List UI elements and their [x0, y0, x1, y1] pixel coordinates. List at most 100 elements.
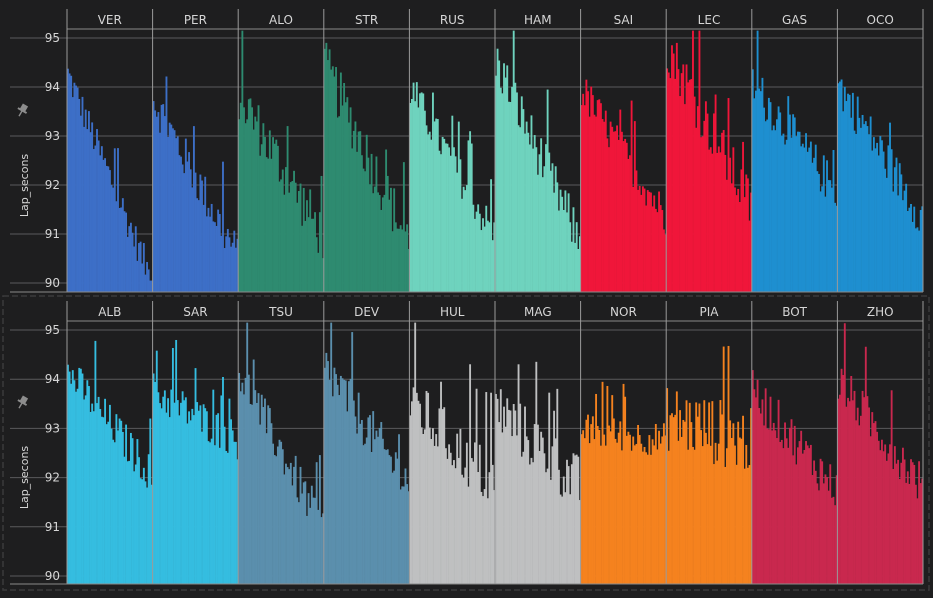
bar [595, 393, 598, 584]
bar [616, 125, 618, 292]
bar [301, 225, 304, 292]
bar [698, 403, 701, 584]
bar [73, 380, 76, 584]
bar [519, 403, 522, 584]
bar [356, 151, 358, 292]
column-label-sar: SAR [183, 305, 207, 319]
bar [432, 92, 434, 292]
series-tsu [238, 322, 325, 584]
bar [325, 42, 328, 292]
bar [619, 109, 622, 292]
bar [717, 443, 720, 584]
series-pia [666, 345, 753, 584]
bar [398, 434, 400, 584]
bar [729, 420, 732, 584]
bar [294, 455, 297, 584]
bar [309, 507, 312, 584]
bar [71, 97, 74, 292]
bar [721, 132, 723, 292]
bar [477, 472, 480, 584]
bar [440, 154, 442, 292]
bar [832, 496, 835, 584]
bar [456, 172, 459, 292]
bar [306, 200, 308, 292]
bar [299, 183, 302, 292]
bar [643, 188, 646, 292]
bar [546, 89, 549, 292]
bar [548, 392, 551, 584]
bar [677, 440, 680, 584]
bar [719, 400, 722, 584]
bar [480, 491, 483, 584]
bar [577, 456, 580, 584]
bar [701, 446, 704, 584]
bar [599, 103, 602, 292]
bar [711, 401, 714, 584]
bar [738, 202, 741, 292]
bar [504, 426, 507, 584]
bar [540, 138, 543, 292]
bar [465, 185, 468, 292]
bar [475, 388, 478, 584]
bar [110, 428, 113, 584]
bar [885, 460, 888, 584]
bar [415, 392, 418, 584]
bar [265, 433, 268, 584]
bar [679, 96, 681, 292]
bar [848, 401, 851, 584]
bar [614, 438, 617, 584]
bar [905, 482, 908, 584]
bar [92, 411, 95, 584]
bar [443, 407, 446, 584]
bar [141, 263, 144, 292]
bar [866, 126, 869, 292]
bar [364, 443, 367, 584]
series-sai [580, 79, 667, 293]
bar [732, 147, 735, 292]
bar [91, 403, 94, 584]
bar [795, 464, 798, 584]
bar [78, 98, 81, 292]
bar [84, 395, 87, 584]
bar [485, 205, 488, 292]
bar [317, 509, 320, 584]
column-label-ver: VER [98, 13, 122, 27]
bar [414, 322, 417, 584]
bar [843, 86, 846, 292]
bar [327, 361, 329, 584]
bar [483, 489, 486, 584]
bar [640, 194, 643, 292]
bar [97, 396, 100, 584]
bar [916, 498, 919, 584]
bar [194, 172, 197, 292]
bar [583, 105, 586, 292]
bar [386, 449, 389, 584]
bar [406, 484, 409, 584]
bar [204, 176, 207, 292]
bar [454, 468, 457, 584]
bar [679, 410, 681, 584]
bar [800, 430, 803, 584]
bar [559, 494, 562, 584]
bar [359, 423, 362, 584]
bar [188, 152, 190, 292]
bar [486, 220, 489, 292]
bar [583, 438, 586, 584]
bar [858, 425, 861, 584]
bar [348, 381, 350, 584]
bar [772, 422, 775, 584]
bar [443, 138, 446, 292]
bar [108, 170, 111, 292]
bar [617, 432, 620, 584]
bar [525, 121, 528, 292]
bar [871, 150, 874, 292]
bar [808, 147, 811, 292]
y-tick-label: 92 [45, 178, 60, 192]
bar [112, 187, 115, 292]
bar [596, 100, 599, 292]
bar [436, 119, 439, 293]
bar [829, 180, 832, 292]
bar [632, 436, 635, 584]
bar [706, 444, 709, 584]
bar [675, 391, 678, 584]
